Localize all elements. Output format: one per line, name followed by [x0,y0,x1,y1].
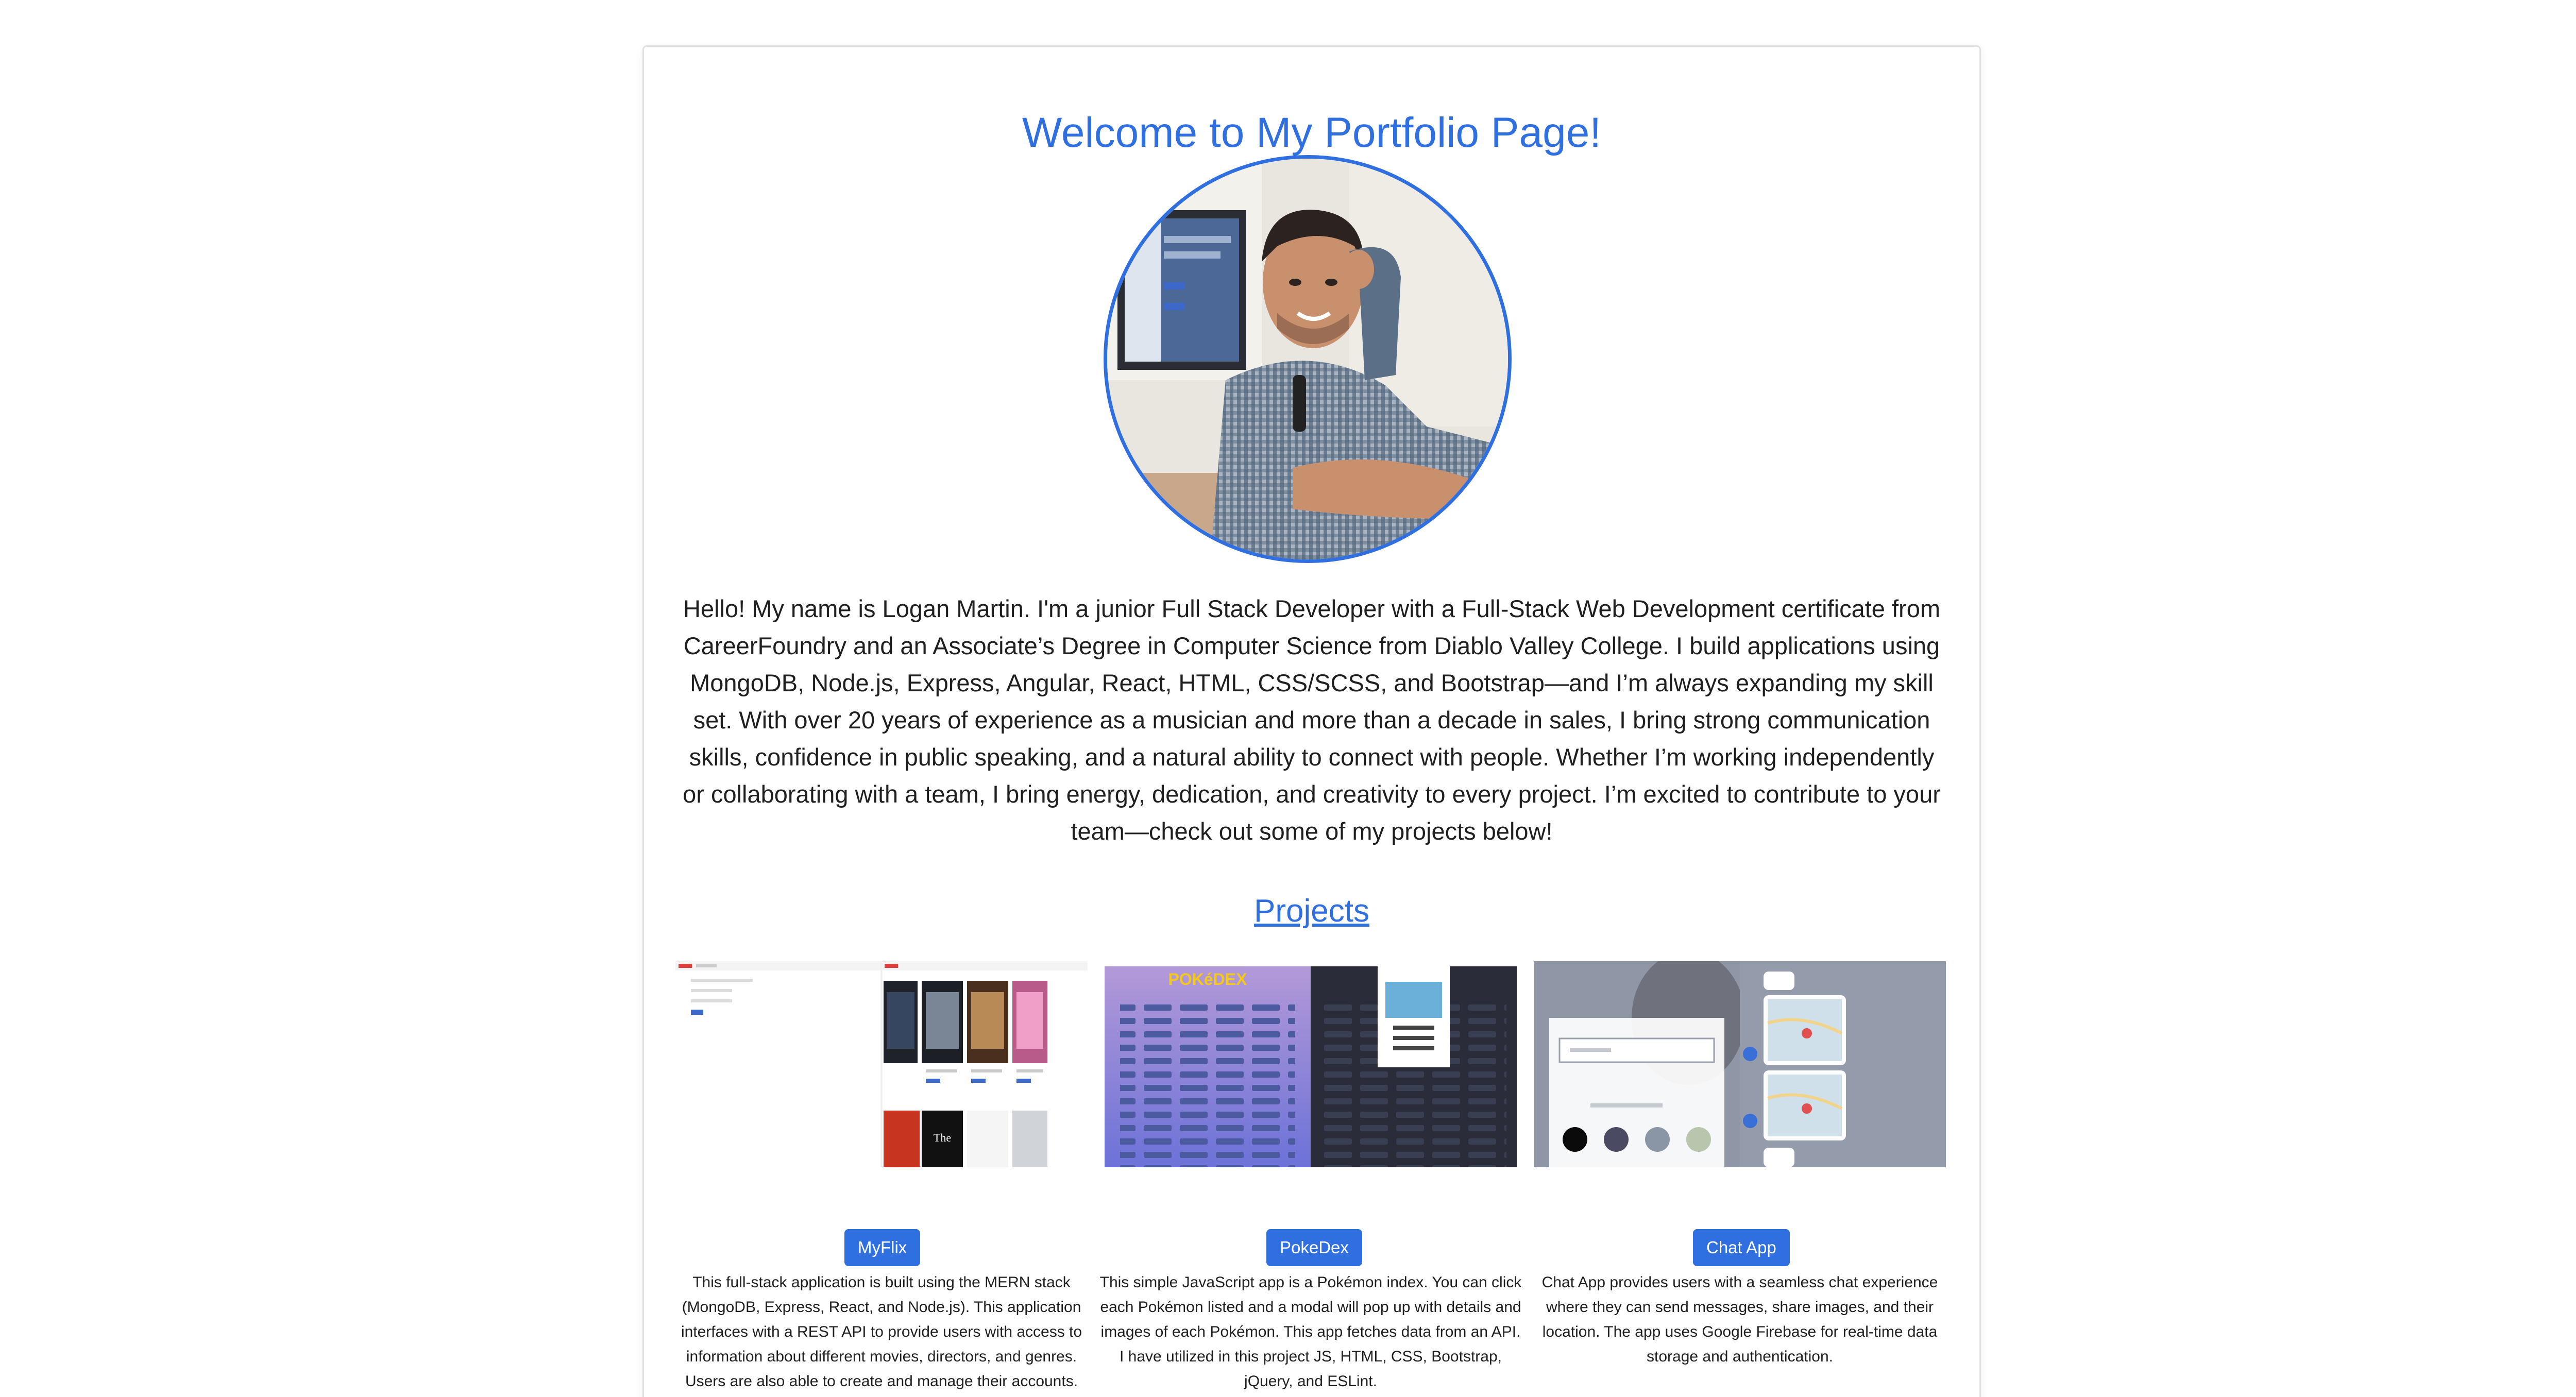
myflix-screenshot: The [675,961,1088,1167]
project-description-pokedex: This simple JavaScript app is a Pokémon … [1099,1274,1522,1390]
page: Welcome to My Portfolio Page! Hello! My … [0,0,2576,1397]
portfolio-card: Welcome to My Portfolio Page! Hello! My … [642,45,1981,1397]
page-title: Welcome to My Portfolio Page! [1022,109,1602,156]
pokedex-screenshot: POKéDEX [1105,961,1517,1167]
project-button-pokedex[interactable]: PokeDex [1266,1229,1362,1266]
chat-app-screenshot [1534,961,1946,1167]
project-card-chat-app [1534,961,1946,1167]
projects-heading-link[interactable]: Projects [644,893,1979,929]
svg-text:POKéDEX: POKéDEX [1168,970,1248,989]
project-description-chat-app: Chat App provides users with a seamless … [1541,1274,1938,1365]
project-button-chat-app[interactable]: Chat App [1693,1229,1790,1266]
project-card-pokedex: POKéDEX [1105,961,1517,1167]
avatar [1104,155,1512,563]
project-button-myflix[interactable]: MyFlix [844,1229,921,1266]
project-card-myflix: The [675,961,1088,1167]
svg-text:The: The [934,1131,951,1144]
project-description-myflix: This full-stack application is built usi… [681,1274,1082,1390]
bio-text: Hello! My name is Logan Martin. I'm a ju… [683,595,1941,845]
